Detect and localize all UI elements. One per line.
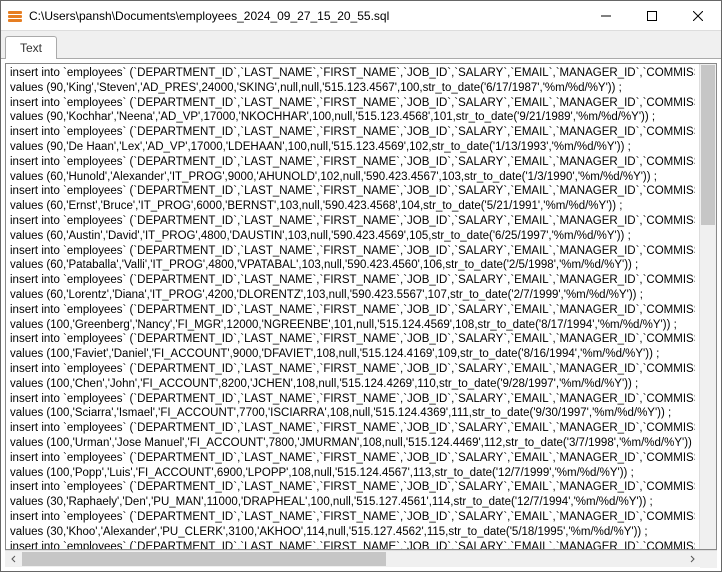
vertical-scrollbar[interactable] (699, 64, 716, 549)
sql-line[interactable]: values (90,'Kochhar','Neena','AD_VP',170… (10, 110, 695, 125)
window-controls (583, 1, 721, 30)
horizontal-scroll-thumb[interactable] (22, 552, 386, 566)
sql-line[interactable]: values (60,'Austin','David','IT_PROG',48… (10, 229, 695, 244)
sql-line[interactable]: insert into `employees` (`DEPARTMENT_ID`… (10, 155, 695, 170)
sql-line[interactable]: values (100,'Greenberg','Nancy','FI_MGR'… (10, 318, 695, 333)
app-icon (7, 8, 23, 24)
sql-line[interactable]: insert into `employees` (`DEPARTMENT_ID`… (10, 214, 695, 229)
sql-line[interactable]: insert into `employees` (`DEPARTMENT_ID`… (10, 451, 695, 466)
close-button[interactable] (675, 1, 721, 30)
sql-line[interactable]: values (60,'Pataballa','Valli','IT_PROG'… (10, 258, 695, 273)
sql-line[interactable]: values (60,'Hunold','Alexander','IT_PROG… (10, 170, 695, 185)
sql-line[interactable]: insert into `employees` (`DEPARTMENT_ID`… (10, 421, 695, 436)
sql-line[interactable]: values (90,'King','Steven','AD_PRES',240… (10, 81, 695, 96)
sql-line[interactable]: insert into `employees` (`DEPARTMENT_ID`… (10, 303, 695, 318)
horizontal-scrollbar[interactable] (5, 550, 717, 567)
sql-line[interactable]: values (60,'Ernst','Bruce','IT_PROG',600… (10, 199, 695, 214)
sql-line[interactable]: values (100,'Urman','Jose Manuel','FI_AC… (10, 436, 695, 451)
sql-line[interactable]: insert into `employees` (`DEPARTMENT_ID`… (10, 392, 695, 407)
window-title: C:\Users\pansh\Documents\employees_2024_… (29, 9, 583, 23)
sql-line[interactable]: insert into `employees` (`DEPARTMENT_ID`… (10, 332, 695, 347)
minimize-button[interactable] (583, 1, 629, 30)
horizontal-scroll-track[interactable] (22, 551, 683, 567)
sql-line[interactable]: insert into `employees` (`DEPARTMENT_ID`… (10, 362, 695, 377)
sql-line[interactable]: insert into `employees` (`DEPARTMENT_ID`… (10, 125, 695, 140)
sql-line[interactable]: values (100,'Sciarra','Ismael','FI_ACCOU… (10, 406, 695, 421)
sql-line[interactable]: values (100,'Popp','Luis','FI_ACCOUNT',6… (10, 466, 695, 481)
sql-line[interactable]: insert into `employees` (`DEPARTMENT_ID`… (10, 96, 695, 111)
scroll-corner (700, 551, 717, 568)
sql-line[interactable]: values (90,'De Haan','Lex','AD_VP',17000… (10, 140, 695, 155)
text-viewer: insert into `employees` (`DEPARTMENT_ID`… (5, 63, 717, 550)
sql-line[interactable]: values (30,'Khoo','Alexander','PU_CLERK'… (10, 525, 695, 540)
tab-text[interactable]: Text (5, 36, 57, 59)
sql-line[interactable]: values (100,'Faviet','Daniel','FI_ACCOUN… (10, 347, 695, 362)
scroll-right-arrow[interactable] (683, 551, 700, 568)
maximize-button[interactable] (629, 1, 675, 30)
sql-line[interactable]: insert into `employees` (`DEPARTMENT_ID`… (10, 273, 695, 288)
sql-line[interactable]: insert into `employees` (`DEPARTMENT_ID`… (10, 66, 695, 81)
sql-line[interactable]: insert into `employees` (`DEPARTMENT_ID`… (10, 510, 695, 525)
sql-line[interactable]: insert into `employees` (`DEPARTMENT_ID`… (10, 184, 695, 199)
sql-line[interactable]: values (100,'Chen','John','FI_ACCOUNT',8… (10, 377, 695, 392)
content-area: insert into `employees` (`DEPARTMENT_ID`… (1, 59, 721, 571)
sql-line[interactable]: insert into `employees` (`DEPARTMENT_ID`… (10, 480, 695, 495)
sql-line[interactable]: insert into `employees` (`DEPARTMENT_ID`… (10, 244, 695, 259)
sql-line[interactable]: values (60,'Lorentz','Diana','IT_PROG',4… (10, 288, 695, 303)
tab-bar: Text (1, 31, 721, 59)
sql-line[interactable]: insert into `employees` (`DEPARTMENT_ID`… (10, 540, 695, 550)
vertical-scroll-thumb[interactable] (701, 65, 715, 225)
sql-line[interactable]: values (30,'Raphaely','Den','PU_MAN',110… (10, 495, 695, 510)
titlebar[interactable]: C:\Users\pansh\Documents\employees_2024_… (1, 1, 721, 31)
scroll-left-arrow[interactable] (5, 551, 22, 568)
sql-text[interactable]: insert into `employees` (`DEPARTMENT_ID`… (6, 64, 699, 549)
app-window: C:\Users\pansh\Documents\employees_2024_… (0, 0, 722, 572)
